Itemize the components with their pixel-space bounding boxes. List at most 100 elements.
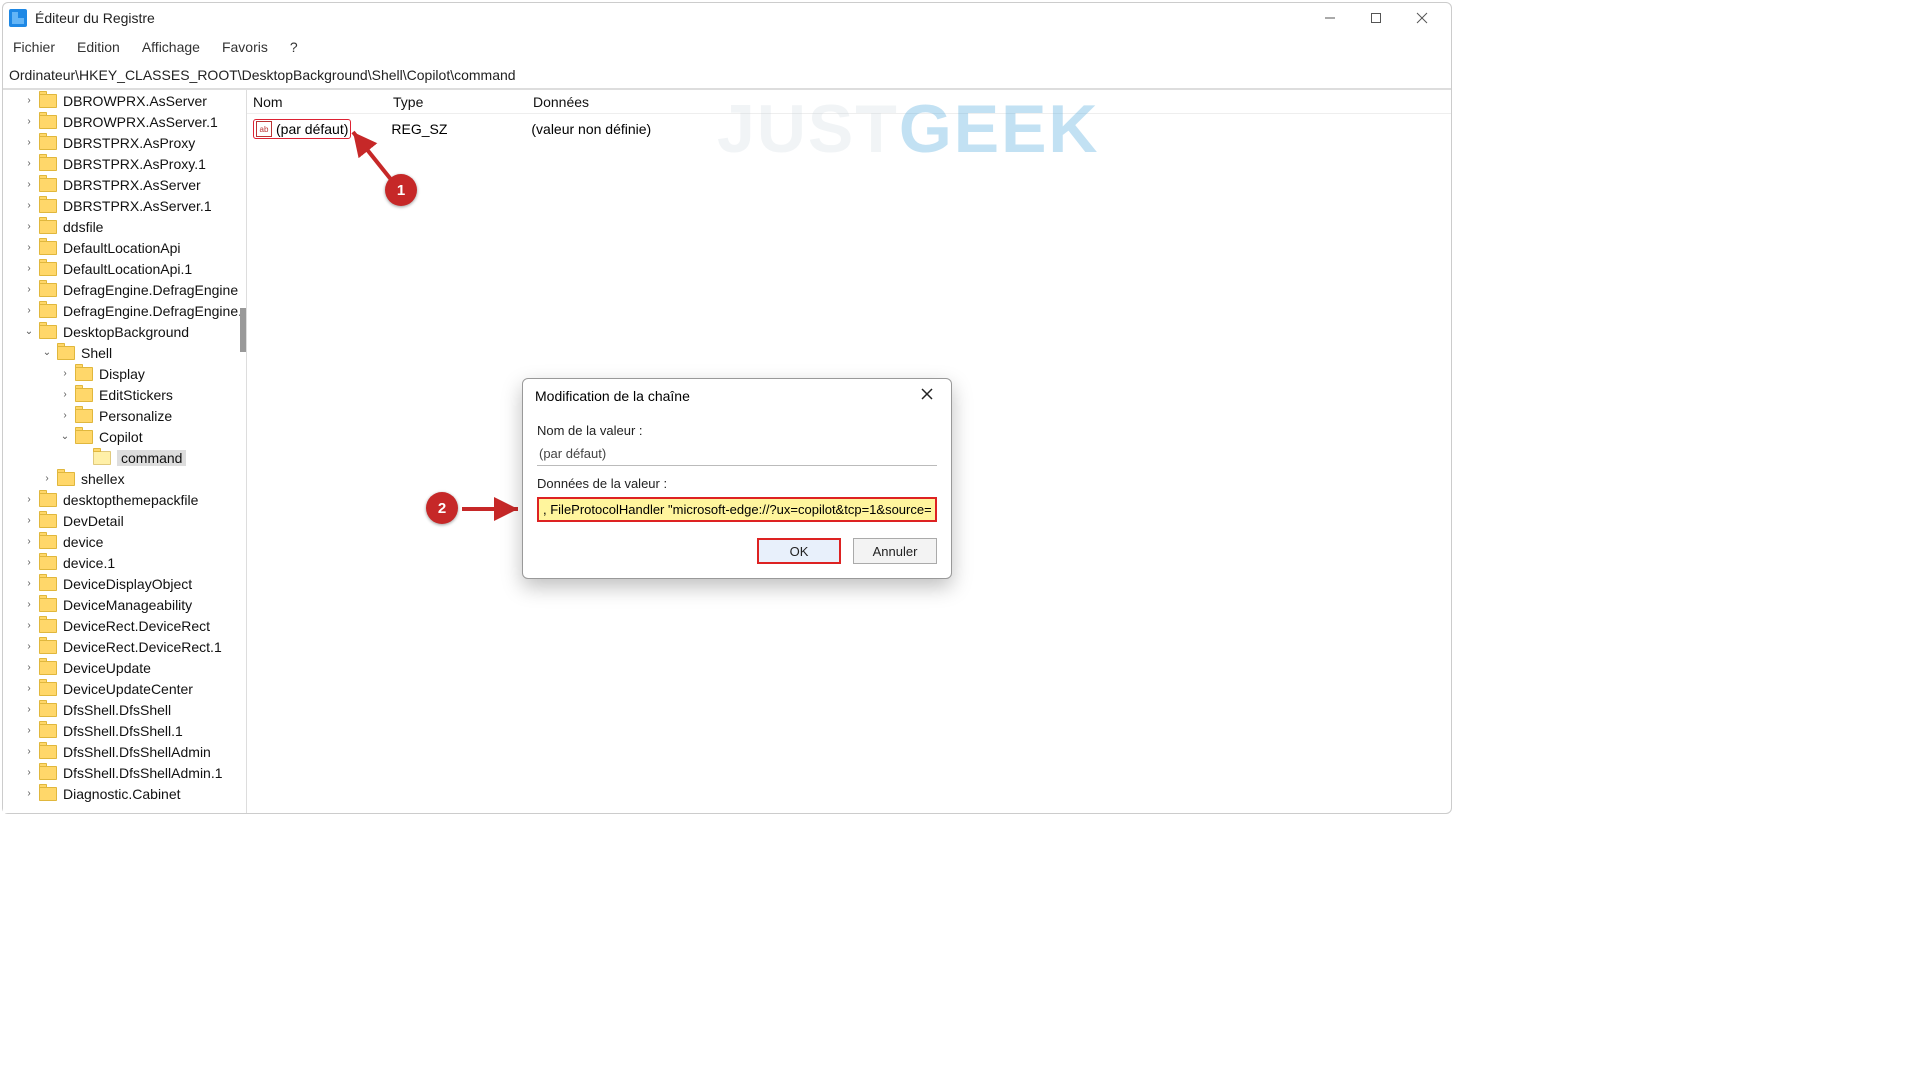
tree-item-label: DBROWPRX.AsServer <box>63 93 207 109</box>
folder-icon <box>39 325 57 339</box>
menu-favorites[interactable]: Favoris <box>222 39 268 55</box>
chevron-right-icon[interactable]: › <box>23 704 35 715</box>
chevron-right-icon[interactable]: › <box>23 494 35 505</box>
minimize-button[interactable] <box>1307 4 1353 32</box>
chevron-right-icon[interactable]: › <box>23 221 35 232</box>
tree-item[interactable]: ›DeviceUpdateCenter <box>3 678 246 699</box>
chevron-right-icon[interactable]: › <box>23 725 35 736</box>
tree-item[interactable]: ›DfsShell.DfsShellAdmin.1 <box>3 762 246 783</box>
chevron-right-icon[interactable]: › <box>23 536 35 547</box>
address-bar[interactable]: Ordinateur\HKEY_CLASSES_ROOT\DesktopBack… <box>3 61 1451 89</box>
menu-view[interactable]: Affichage <box>142 39 200 55</box>
chevron-right-icon[interactable]: › <box>23 746 35 757</box>
tree-scroll[interactable]: ›DBROWPRX.AsServer›DBROWPRX.AsServer.1›D… <box>3 90 246 813</box>
ok-button[interactable]: OK <box>757 538 841 564</box>
chevron-right-icon[interactable]: › <box>23 242 35 253</box>
tree-item[interactable]: ›DBRSTPRX.AsServer.1 <box>3 195 246 216</box>
chevron-right-icon[interactable]: › <box>23 599 35 610</box>
chevron-right-icon[interactable]: › <box>23 284 35 295</box>
tree-item[interactable]: ›DefaultLocationApi.1 <box>3 258 246 279</box>
tree-item-label: DevDetail <box>63 513 124 529</box>
tree-item[interactable]: › DevDetail <box>3 510 246 531</box>
chevron-right-icon[interactable]: › <box>23 767 35 778</box>
dialog-close-button[interactable] <box>915 387 939 405</box>
col-header-data[interactable]: Données <box>527 94 1451 110</box>
chevron-right-icon[interactable]: › <box>23 641 35 652</box>
tree-item[interactable]: ›DeviceRect.DeviceRect <box>3 615 246 636</box>
tree-scrollbar-thumb[interactable] <box>240 308 246 352</box>
menu-file[interactable]: Fichier <box>13 39 55 55</box>
chevron-right-icon[interactable]: › <box>59 389 71 400</box>
tree-item[interactable]: ›DBRSTPRX.AsProxy.1 <box>3 153 246 174</box>
folder-icon <box>39 535 57 549</box>
folder-icon <box>75 430 93 444</box>
folder-icon <box>39 745 57 759</box>
tree-item[interactable]: ›DeviceRect.DeviceRect.1 <box>3 636 246 657</box>
tree-item-label: Shell <box>81 345 112 361</box>
tree-item[interactable]: ⌄Copilot <box>3 426 246 447</box>
tree-item[interactable]: ›desktopthemepackfile <box>3 489 246 510</box>
chevron-right-icon[interactable]: › <box>23 788 35 799</box>
tree-item[interactable]: › Display <box>3 363 246 384</box>
tree-item[interactable]: ›device <box>3 531 246 552</box>
tree-item-label: DefaultLocationApi <box>63 240 181 256</box>
chevron-right-icon[interactable]: › <box>23 200 35 211</box>
tree-item[interactable]: ›DBRSTPRX.AsServer <box>3 174 246 195</box>
chevron-right-icon[interactable]: › <box>23 95 35 106</box>
close-button[interactable] <box>1399 4 1445 32</box>
tree-item[interactable]: command <box>3 447 246 468</box>
tree-item[interactable]: ›device.1 <box>3 552 246 573</box>
chevron-right-icon[interactable]: › <box>23 683 35 694</box>
tree-item[interactable]: › DBROWPRX.AsServer.1 <box>3 111 246 132</box>
chevron-right-icon[interactable]: › <box>23 263 35 274</box>
tree-item[interactable]: ›DfsShell.DfsShell <box>3 699 246 720</box>
tree-item[interactable]: ⌄ Shell <box>3 342 246 363</box>
tree-item-label: DBROWPRX.AsServer.1 <box>63 114 218 130</box>
tree-item[interactable]: ›DeviceManageability <box>3 594 246 615</box>
chevron-right-icon[interactable]: › <box>23 515 35 526</box>
chevron-right-icon[interactable]: › <box>59 368 71 379</box>
chevron-down-icon[interactable]: ⌄ <box>41 347 53 358</box>
tree-item[interactable]: ›DeviceUpdate <box>3 657 246 678</box>
folder-icon <box>57 346 75 360</box>
tree-item[interactable]: ›EditStickers <box>3 384 246 405</box>
chevron-right-icon[interactable]: › <box>23 137 35 148</box>
folder-icon <box>39 766 57 780</box>
col-header-name[interactable]: Nom <box>247 94 387 110</box>
chevron-right-icon[interactable]: › <box>23 116 35 127</box>
value-data-input[interactable] <box>537 497 937 522</box>
tree-item[interactable]: ›DefragEngine.DefragEngine. <box>3 300 246 321</box>
tree-item-label: Display <box>99 366 145 382</box>
folder-icon <box>39 94 57 108</box>
chevron-right-icon[interactable]: › <box>41 473 53 484</box>
tree-item[interactable]: › DefaultLocationApi <box>3 237 246 258</box>
tree-item[interactable]: ›DBRSTPRX.AsProxy <box>3 132 246 153</box>
value-row[interactable]: ab(par défaut)REG_SZ(valeur non définie) <box>247 117 1451 141</box>
tree-item[interactable]: ›DefragEngine.DefragEngine <box>3 279 246 300</box>
chevron-right-icon[interactable]: › <box>23 578 35 589</box>
chevron-right-icon[interactable]: › <box>23 620 35 631</box>
tree-item[interactable]: ⌄DesktopBackground <box>3 321 246 342</box>
chevron-right-icon[interactable]: › <box>23 662 35 673</box>
chevron-right-icon[interactable]: › <box>23 557 35 568</box>
chevron-right-icon[interactable]: › <box>23 305 35 316</box>
tree-item[interactable]: ›shellex <box>3 468 246 489</box>
menu-help[interactable]: ? <box>290 39 298 55</box>
value-data-label: Données de la valeur : <box>537 476 937 491</box>
col-header-type[interactable]: Type <box>387 94 527 110</box>
chevron-down-icon[interactable]: ⌄ <box>23 326 35 337</box>
tree-item[interactable]: ›Diagnostic.Cabinet <box>3 783 246 804</box>
cancel-button[interactable]: Annuler <box>853 538 937 564</box>
chevron-right-icon[interactable]: › <box>23 179 35 190</box>
tree-item[interactable]: ›Personalize <box>3 405 246 426</box>
tree-item[interactable]: ›DfsShell.DfsShell.1 <box>3 720 246 741</box>
tree-item[interactable]: › DBROWPRX.AsServer <box>3 90 246 111</box>
tree-item[interactable]: ›DeviceDisplayObject <box>3 573 246 594</box>
chevron-right-icon[interactable]: › <box>23 158 35 169</box>
chevron-right-icon[interactable]: › <box>59 410 71 421</box>
menu-edit[interactable]: Edition <box>77 39 120 55</box>
tree-item[interactable]: ›ddsfile <box>3 216 246 237</box>
maximize-button[interactable] <box>1353 4 1399 32</box>
chevron-down-icon[interactable]: ⌄ <box>59 431 71 442</box>
tree-item[interactable]: ›DfsShell.DfsShellAdmin <box>3 741 246 762</box>
